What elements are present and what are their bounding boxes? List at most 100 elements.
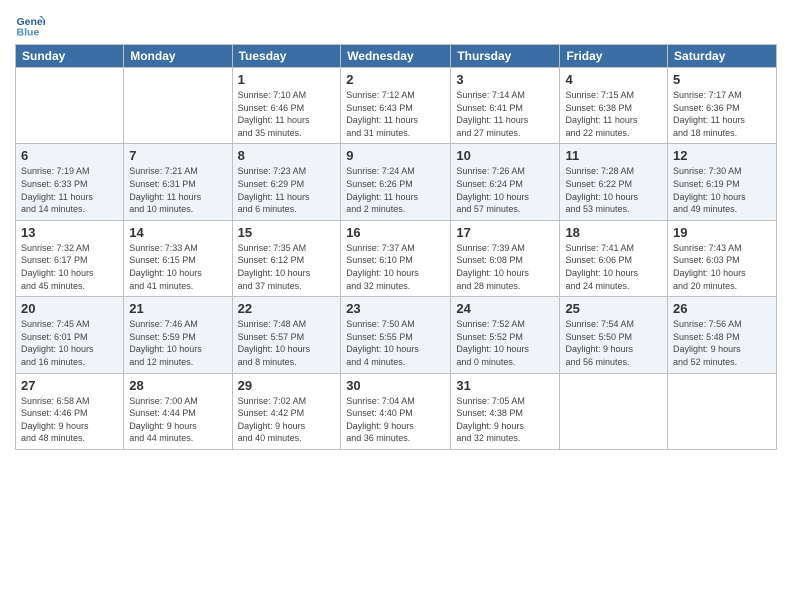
calendar-cell: 14 Sunrise: 7:33 AM Sunset: 6:15 PM Dayli… <box>124 220 232 296</box>
weekday-header-row: SundayMondayTuesdayWednesdayThursdayFrid… <box>16 45 777 68</box>
calendar-cell: 27Sunrise: 6:58 AM Sunset: 4:46 PM Dayli… <box>16 373 124 449</box>
calendar-cell: 22 Sunrise: 7:48 AM Sunset: 5:57 PM Dayli… <box>232 297 341 373</box>
day-info: Sunrise: 7:15 AM Sunset: 6:38 PM Dayligh… <box>565 89 662 139</box>
day-number: 13 <box>21 225 118 240</box>
calendar-cell: 17Sunrise: 7:39 AM Sunset: 6:08 PM Dayli… <box>451 220 560 296</box>
day-number: 22 <box>238 301 336 316</box>
day-number: 6 <box>21 148 118 163</box>
day-info: Sunrise: 7:45 AM Sunset: 6:01 PM Dayligh… <box>21 318 118 368</box>
day-info: Sunrise: 7:39 AM Sunset: 6:08 PM Dayligh… <box>456 242 554 292</box>
day-info: Sunrise: 7:35 AM Sunset: 6:12 PM Dayligh… <box>238 242 336 292</box>
calendar-page: General Blue SundayMondayTuesdayWednesda… <box>0 0 792 612</box>
day-info: Sunrise: 7:23 AM Sunset: 6:29 PM Dayligh… <box>238 165 336 215</box>
weekday-header-saturday: Saturday <box>668 45 777 68</box>
calendar-cell: 24 Sunrise: 7:52 AM Sunset: 5:52 PM Dayli… <box>451 297 560 373</box>
weekday-header-thursday: Thursday <box>451 45 560 68</box>
calendar-cell: 3 Sunrise: 7:14 AM Sunset: 6:41 PM Daylig… <box>451 68 560 144</box>
calendar-cell: 6 Sunrise: 7:19 AM Sunset: 6:33 PM Daylig… <box>16 144 124 220</box>
calendar-cell <box>16 68 124 144</box>
day-info: Sunrise: 7:54 AM Sunset: 5:50 PM Dayligh… <box>565 318 662 368</box>
calendar-week-row: 1 Sunrise: 7:10 AM Sunset: 6:46 PM Daylig… <box>16 68 777 144</box>
day-info: Sunrise: 7:28 AM Sunset: 6:22 PM Dayligh… <box>565 165 662 215</box>
calendar-cell: 30 Sunrise: 7:04 AM Sunset: 4:40 PM Dayli… <box>341 373 451 449</box>
calendar-cell: 16Sunrise: 7:37 AM Sunset: 6:10 PM Dayli… <box>341 220 451 296</box>
calendar-cell: 13 Sunrise: 7:32 AM Sunset: 6:17 PM Dayli… <box>16 220 124 296</box>
calendar-cell <box>668 373 777 449</box>
calendar-cell: 25 Sunrise: 7:54 AM Sunset: 5:50 PM Dayli… <box>560 297 668 373</box>
day-info: Sunrise: 7:02 AM Sunset: 4:42 PM Dayligh… <box>238 395 336 445</box>
day-number: 8 <box>238 148 336 163</box>
day-info: Sunrise: 7:52 AM Sunset: 5:52 PM Dayligh… <box>456 318 554 368</box>
day-number: 28 <box>129 378 226 393</box>
day-info: Sunrise: 7:33 AM Sunset: 6:15 PM Dayligh… <box>129 242 226 292</box>
day-number: 9 <box>346 148 445 163</box>
logo-icon: General Blue <box>15 10 45 40</box>
day-number: 20 <box>21 301 118 316</box>
calendar-cell: 12 Sunrise: 7:30 AM Sunset: 6:19 PM Dayli… <box>668 144 777 220</box>
calendar-cell <box>560 373 668 449</box>
day-info: Sunrise: 7:24 AM Sunset: 6:26 PM Dayligh… <box>346 165 445 215</box>
calendar-cell: 2Sunrise: 7:12 AM Sunset: 6:43 PM Daylig… <box>341 68 451 144</box>
day-number: 7 <box>129 148 226 163</box>
day-info: Sunrise: 7:21 AM Sunset: 6:31 PM Dayligh… <box>129 165 226 215</box>
weekday-header-wednesday: Wednesday <box>341 45 451 68</box>
calendar-cell: 23 Sunrise: 7:50 AM Sunset: 5:55 PM Dayli… <box>341 297 451 373</box>
day-number: 30 <box>346 378 445 393</box>
day-info: Sunrise: 7:37 AM Sunset: 6:10 PM Dayligh… <box>346 242 445 292</box>
day-info: Sunrise: 7:30 AM Sunset: 6:19 PM Dayligh… <box>673 165 771 215</box>
calendar-cell: 28Sunrise: 7:00 AM Sunset: 4:44 PM Dayli… <box>124 373 232 449</box>
logo: General Blue <box>15 10 49 40</box>
calendar-cell: 4 Sunrise: 7:15 AM Sunset: 6:38 PM Daylig… <box>560 68 668 144</box>
day-number: 27 <box>21 378 118 393</box>
day-number: 26 <box>673 301 771 316</box>
weekday-header-tuesday: Tuesday <box>232 45 341 68</box>
svg-text:Blue: Blue <box>17 27 40 39</box>
day-info: Sunrise: 7:05 AM Sunset: 4:38 PM Dayligh… <box>456 395 554 445</box>
day-number: 14 <box>129 225 226 240</box>
header: General Blue <box>15 10 777 40</box>
day-number: 18 <box>565 225 662 240</box>
calendar-cell: 11Sunrise: 7:28 AM Sunset: 6:22 PM Dayli… <box>560 144 668 220</box>
day-info: Sunrise: 7:14 AM Sunset: 6:41 PM Dayligh… <box>456 89 554 139</box>
calendar-cell: 9 Sunrise: 7:24 AM Sunset: 6:26 PM Daylig… <box>341 144 451 220</box>
day-number: 29 <box>238 378 336 393</box>
calendar-cell: 31 Sunrise: 7:05 AM Sunset: 4:38 PM Dayli… <box>451 373 560 449</box>
calendar-cell: 18 Sunrise: 7:41 AM Sunset: 6:06 PM Dayli… <box>560 220 668 296</box>
day-info: Sunrise: 7:46 AM Sunset: 5:59 PM Dayligh… <box>129 318 226 368</box>
day-info: Sunrise: 7:48 AM Sunset: 5:57 PM Dayligh… <box>238 318 336 368</box>
day-number: 19 <box>673 225 771 240</box>
day-number: 4 <box>565 72 662 87</box>
day-number: 10 <box>456 148 554 163</box>
day-number: 31 <box>456 378 554 393</box>
day-number: 12 <box>673 148 771 163</box>
day-info: Sunrise: 7:17 AM Sunset: 6:36 PM Dayligh… <box>673 89 771 139</box>
weekday-header-sunday: Sunday <box>16 45 124 68</box>
calendar-cell <box>124 68 232 144</box>
calendar-week-row: 20 Sunrise: 7:45 AM Sunset: 6:01 PM Dayli… <box>16 297 777 373</box>
day-number: 3 <box>456 72 554 87</box>
day-number: 25 <box>565 301 662 316</box>
day-info: Sunrise: 7:19 AM Sunset: 6:33 PM Dayligh… <box>21 165 118 215</box>
calendar-week-row: 27Sunrise: 6:58 AM Sunset: 4:46 PM Dayli… <box>16 373 777 449</box>
day-info: Sunrise: 7:04 AM Sunset: 4:40 PM Dayligh… <box>346 395 445 445</box>
day-info: Sunrise: 7:26 AM Sunset: 6:24 PM Dayligh… <box>456 165 554 215</box>
calendar-table: SundayMondayTuesdayWednesdayThursdayFrid… <box>15 44 777 450</box>
calendar-cell: 8 Sunrise: 7:23 AM Sunset: 6:29 PM Daylig… <box>232 144 341 220</box>
day-info: Sunrise: 7:43 AM Sunset: 6:03 PM Dayligh… <box>673 242 771 292</box>
day-info: Sunrise: 7:32 AM Sunset: 6:17 PM Dayligh… <box>21 242 118 292</box>
day-number: 15 <box>238 225 336 240</box>
day-info: Sunrise: 7:12 AM Sunset: 6:43 PM Dayligh… <box>346 89 445 139</box>
day-info: Sunrise: 7:10 AM Sunset: 6:46 PM Dayligh… <box>238 89 336 139</box>
day-info: Sunrise: 7:41 AM Sunset: 6:06 PM Dayligh… <box>565 242 662 292</box>
calendar-cell: 5 Sunrise: 7:17 AM Sunset: 6:36 PM Daylig… <box>668 68 777 144</box>
day-number: 24 <box>456 301 554 316</box>
calendar-cell: 21Sunrise: 7:46 AM Sunset: 5:59 PM Dayli… <box>124 297 232 373</box>
day-number: 5 <box>673 72 771 87</box>
day-info: Sunrise: 7:50 AM Sunset: 5:55 PM Dayligh… <box>346 318 445 368</box>
day-number: 23 <box>346 301 445 316</box>
day-info: Sunrise: 7:56 AM Sunset: 5:48 PM Dayligh… <box>673 318 771 368</box>
calendar-cell: 20 Sunrise: 7:45 AM Sunset: 6:01 PM Dayli… <box>16 297 124 373</box>
day-number: 1 <box>238 72 336 87</box>
weekday-header-monday: Monday <box>124 45 232 68</box>
calendar-cell: 7 Sunrise: 7:21 AM Sunset: 6:31 PM Daylig… <box>124 144 232 220</box>
